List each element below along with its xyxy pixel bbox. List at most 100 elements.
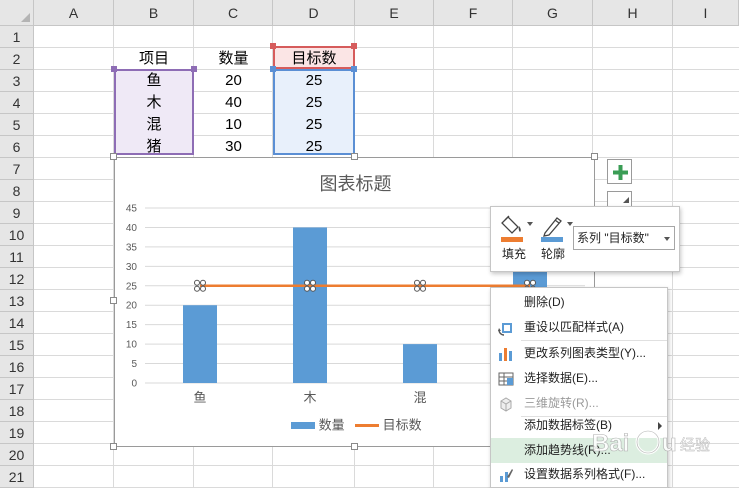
row-header-18[interactable]: 18 xyxy=(0,400,34,422)
cell-c3[interactable]: 20 xyxy=(194,70,273,92)
cell-d6[interactable]: 25 xyxy=(273,136,355,158)
row-header-10[interactable]: 10 xyxy=(0,224,34,246)
fill-button[interactable] xyxy=(499,213,533,243)
point-selection-handle[interactable] xyxy=(200,279,206,286)
point-selection-handle[interactable] xyxy=(304,285,310,292)
select-all-corner[interactable] xyxy=(0,0,34,26)
series-select-dropdown[interactable]: 系列 "目标数" xyxy=(573,226,675,250)
row-header-6[interactable]: 6 xyxy=(0,136,34,158)
chart-resize-handle[interactable] xyxy=(351,443,358,450)
menu-item-reset-style[interactable]: 重设以匹配样式(A) xyxy=(491,315,667,340)
menu-item-format-data-series[interactable]: 设置数据系列格式(F)... xyxy=(491,462,667,487)
bar-鱼[interactable] xyxy=(183,305,217,383)
row-header-2[interactable]: 2 xyxy=(0,48,34,70)
chart-resize-handle[interactable] xyxy=(110,443,117,450)
row-header-13[interactable]: 13 xyxy=(0,290,34,312)
format-series-icon xyxy=(500,469,513,482)
legend-item-target[interactable]: 目标数 xyxy=(355,417,422,434)
point-selection-handle[interactable] xyxy=(524,279,530,286)
format-mini-toolbar: 填充 轮廓 系列 "目标数" xyxy=(490,206,680,272)
cell-c2[interactable]: 数量 xyxy=(194,48,273,70)
cell-c6[interactable]: 30 xyxy=(194,136,273,158)
menu-item-add-data-labels[interactable]: 添加数据标签(B) xyxy=(491,413,667,438)
bar-木[interactable] xyxy=(293,227,327,383)
x-category-label: 木 xyxy=(303,390,316,405)
row-header-8[interactable]: 8 xyxy=(0,180,34,202)
bar-混[interactable] xyxy=(403,344,437,383)
chart-resize-handle[interactable] xyxy=(351,153,358,160)
chart-styles-button[interactable] xyxy=(607,191,632,206)
row-header-11[interactable]: 11 xyxy=(0,246,34,268)
menu-item-delete[interactable]: 删除(D) xyxy=(491,290,667,315)
cell-d3[interactable]: 25 xyxy=(273,70,355,92)
menu-item-label: 设置数据系列格式(F)... xyxy=(524,467,646,481)
cell-b5[interactable]: 混 xyxy=(114,114,194,136)
point-selection-handle[interactable] xyxy=(310,279,316,286)
chart-resize-handle[interactable] xyxy=(110,153,117,160)
column-header-a[interactable]: A xyxy=(34,0,114,26)
row-header-21[interactable]: 21 xyxy=(0,466,34,488)
column-header-f[interactable]: F xyxy=(434,0,513,26)
point-selection-handle[interactable] xyxy=(194,279,200,286)
row-header-16[interactable]: 16 xyxy=(0,356,34,378)
series-select-value: 系列 "目标数" xyxy=(577,231,649,245)
cell-c5[interactable]: 10 xyxy=(194,114,273,136)
cell-d5[interactable]: 25 xyxy=(273,114,355,136)
y-tick-label: 40 xyxy=(126,223,138,234)
column-header-b[interactable]: B xyxy=(114,0,194,26)
point-selection-handle[interactable] xyxy=(414,279,420,286)
point-selection-handle[interactable] xyxy=(420,279,426,286)
reset-style-icon xyxy=(498,323,512,336)
y-tick-label: 10 xyxy=(126,340,138,351)
point-selection-handle[interactable] xyxy=(414,285,420,292)
legend-item-quantity[interactable]: 数量 xyxy=(291,417,345,434)
row-header-3[interactable]: 3 xyxy=(0,70,34,92)
row-header-20[interactable]: 20 xyxy=(0,444,34,466)
y-tick-label: 30 xyxy=(126,262,138,273)
point-selection-handle[interactable] xyxy=(304,279,310,286)
chart-resize-handle[interactable] xyxy=(110,297,117,304)
menu-item-change-chart-type[interactable]: 更改系列图表类型(Y)... xyxy=(491,341,667,366)
pen-icon xyxy=(541,217,563,242)
cell-b4[interactable]: 木 xyxy=(114,92,194,114)
column-header-i[interactable]: I xyxy=(673,0,739,26)
select-all-triangle-icon xyxy=(21,13,30,22)
fill-dropdown-caret-icon xyxy=(527,222,533,226)
point-selection-handle[interactable] xyxy=(200,285,206,292)
row-header-1[interactable]: 1 xyxy=(0,26,34,48)
column-header-h[interactable]: H xyxy=(593,0,673,26)
menu-item-select-data[interactable]: 选择数据(E)... xyxy=(491,366,667,391)
legend-label: 数量 xyxy=(318,417,345,433)
row-header-19[interactable]: 19 xyxy=(0,422,34,444)
row-header-5[interactable]: 5 xyxy=(0,114,34,136)
point-selection-handle[interactable] xyxy=(194,285,200,292)
column-header-c[interactable]: C xyxy=(194,0,273,26)
column-header-d[interactable]: D xyxy=(273,0,355,26)
row-header-15[interactable]: 15 xyxy=(0,334,34,356)
row-header-7[interactable]: 7 xyxy=(0,158,34,180)
outline-button[interactable] xyxy=(539,213,573,243)
chart-resize-handle[interactable] xyxy=(591,153,598,160)
point-selection-handle[interactable] xyxy=(310,285,316,292)
column-header-g[interactable]: G xyxy=(513,0,593,26)
row-header-9[interactable]: 9 xyxy=(0,202,34,224)
row-header-17[interactable]: 17 xyxy=(0,378,34,400)
cell-b3[interactable]: 鱼 xyxy=(114,70,194,92)
point-selection-handle[interactable] xyxy=(420,285,426,292)
cell-b6[interactable]: 猪 xyxy=(114,136,194,158)
y-tick-label: 20 xyxy=(126,301,138,312)
cell-b2[interactable]: 项目 xyxy=(114,48,194,70)
menu-item-label: 删除(D) xyxy=(524,295,565,309)
outline-label: 轮廓 xyxy=(541,247,566,261)
cell-d2[interactable]: 目标数 xyxy=(273,48,355,70)
row-header-4[interactable]: 4 xyxy=(0,92,34,114)
column-header-e[interactable]: E xyxy=(355,0,434,26)
chart-elements-button[interactable] xyxy=(607,159,632,184)
cell-c4[interactable]: 40 xyxy=(194,92,273,114)
menu-item-add-trendline[interactable]: 添加趋势线(R)... xyxy=(491,438,667,463)
row-header-14[interactable]: 14 xyxy=(0,312,34,334)
cell-d4[interactable]: 25 xyxy=(273,92,355,114)
y-tick-label: 5 xyxy=(131,359,137,370)
point-selection-handle[interactable] xyxy=(530,279,536,286)
row-header-12[interactable]: 12 xyxy=(0,268,34,290)
